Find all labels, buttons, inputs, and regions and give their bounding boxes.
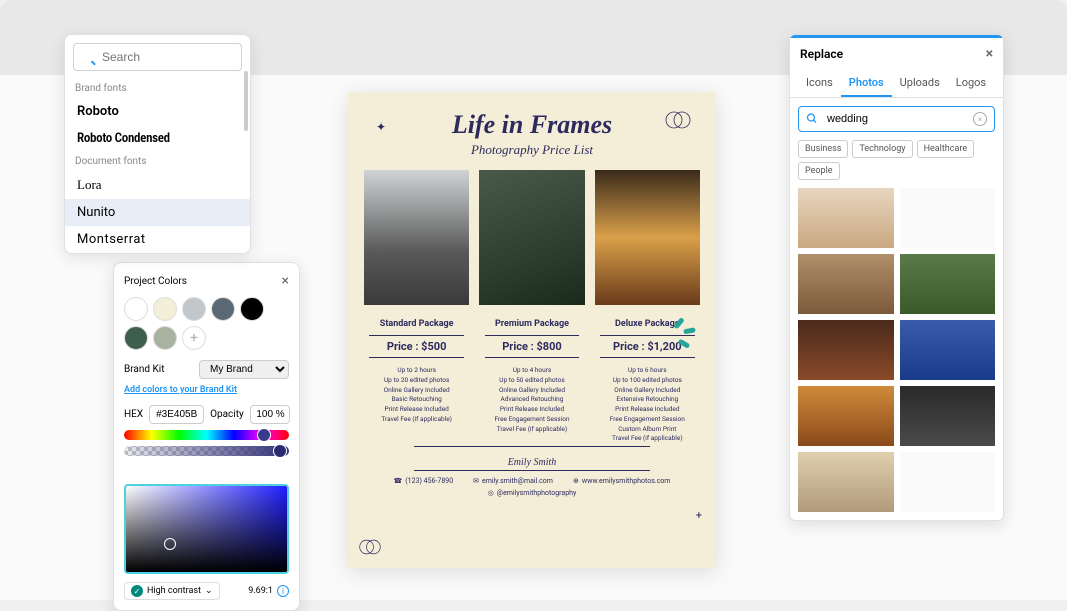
- package-image[interactable]: [364, 170, 469, 305]
- footer-name[interactable]: Emily Smith: [364, 457, 700, 468]
- tab-icons[interactable]: Icons: [798, 70, 841, 97]
- photo-result[interactable]: [900, 320, 996, 380]
- venn-icon: [358, 538, 382, 560]
- opacity-label: Opacity: [210, 409, 244, 420]
- font-item-lora[interactable]: Lora: [65, 171, 250, 199]
- opacity-input[interactable]: [250, 405, 290, 424]
- replace-title: Replace: [800, 47, 843, 61]
- package-price[interactable]: Price : $500: [369, 335, 464, 358]
- package-name[interactable]: Premium Package: [479, 319, 584, 329]
- add-swatch-button[interactable]: +: [182, 326, 206, 350]
- color-swatch[interactable]: [153, 297, 177, 321]
- font-search-input[interactable]: [73, 43, 242, 71]
- package-features[interactable]: Up to 2 hoursUp to 20 edited photosOnlin…: [364, 366, 469, 425]
- hue-slider[interactable]: [124, 430, 289, 440]
- tag-business[interactable]: Business: [798, 140, 848, 158]
- close-icon[interactable]: ×: [282, 273, 289, 289]
- email-icon: ✉: [473, 477, 479, 485]
- contacts[interactable]: ☎(123) 456-7890 ✉emily.smith@mail.com ⊕w…: [364, 477, 700, 497]
- globe-icon: ⊕: [573, 477, 579, 485]
- package-name[interactable]: Standard Package: [364, 319, 469, 329]
- contrast-badge[interactable]: ✓ High contrast ⌄: [124, 582, 220, 600]
- check-icon: ✓: [131, 585, 143, 597]
- package-premium[interactable]: Premium Package Price : $800 Up to 4 hou…: [479, 170, 584, 444]
- design-canvas[interactable]: ✦ Life in Frames Photography Price List …: [348, 92, 716, 568]
- color-picker-panel: Project Colors × + Brand Kit My Brand Ad…: [113, 262, 300, 611]
- package-standard[interactable]: Standard Package Price : $500 Up to 2 ho…: [364, 170, 469, 444]
- package-image[interactable]: [595, 170, 700, 305]
- tab-logos[interactable]: Logos: [948, 70, 994, 97]
- color-field[interactable]: [124, 484, 289, 574]
- tab-photos[interactable]: Photos: [841, 70, 892, 97]
- color-swatch[interactable]: [240, 297, 264, 321]
- close-icon[interactable]: ×: [986, 46, 993, 62]
- font-item-nunito[interactable]: Nunito: [65, 199, 250, 226]
- design-title[interactable]: Life in Frames: [364, 110, 700, 140]
- font-item-montserrat[interactable]: Montserrat: [65, 226, 250, 253]
- clear-icon[interactable]: ×: [973, 112, 987, 126]
- replace-panel: Replace × Icons Photos Uploads Logos × B…: [789, 34, 1004, 521]
- search-icon: [806, 110, 818, 129]
- color-swatch[interactable]: [124, 297, 148, 321]
- color-swatch[interactable]: [153, 326, 177, 350]
- brand-fonts-label: Brand fonts: [65, 79, 250, 98]
- photo-result[interactable]: [900, 254, 996, 314]
- instagram-icon: ◎: [488, 489, 494, 497]
- color-swatch[interactable]: [211, 297, 235, 321]
- sparkle-icon: ✦: [376, 120, 386, 134]
- chevron-down-icon: ⌄: [205, 586, 213, 596]
- photo-result[interactable]: [900, 386, 996, 446]
- project-colors-title: Project Colors: [124, 276, 187, 287]
- alpha-slider[interactable]: [124, 446, 289, 456]
- tag-technology[interactable]: Technology: [852, 140, 912, 158]
- package-image[interactable]: [479, 170, 584, 305]
- photo-result[interactable]: [798, 320, 894, 380]
- plus-icon: +: [696, 509, 702, 522]
- package-features[interactable]: Up to 6 hoursUp to 100 edited photosOnli…: [595, 366, 700, 444]
- color-swatch[interactable]: [124, 326, 148, 350]
- document-fonts-label: Document fonts: [65, 152, 250, 171]
- phone-icon: ☎: [394, 477, 403, 485]
- font-item-roboto-condensed[interactable]: Roboto Condensed: [65, 125, 250, 152]
- photo-result[interactable]: [798, 254, 894, 314]
- font-picker-panel: Brand fonts Roboto Roboto Condensed Docu…: [64, 34, 251, 254]
- photo-result[interactable]: [900, 188, 996, 248]
- package-features[interactable]: Up to 4 hoursUp to 50 edited photosOnlin…: [479, 366, 584, 434]
- contrast-ratio: 9.69:1: [248, 586, 273, 596]
- brandkit-label: Brand Kit: [124, 364, 164, 375]
- package-price[interactable]: Price : $800: [485, 335, 580, 358]
- color-swatch[interactable]: [182, 297, 206, 321]
- add-colors-link[interactable]: Add colors to your Brand Kit: [124, 385, 289, 395]
- photo-result[interactable]: [900, 452, 996, 512]
- hex-input[interactable]: [149, 405, 204, 424]
- photo-result[interactable]: [798, 188, 894, 248]
- brandkit-select[interactable]: My Brand: [199, 360, 289, 379]
- info-icon[interactable]: i: [277, 585, 289, 597]
- package-deluxe[interactable]: Deluxe Package Price : $1,200 Up to 6 ho…: [595, 170, 700, 444]
- tab-uploads[interactable]: Uploads: [892, 70, 948, 97]
- font-item-roboto[interactable]: Roboto: [65, 98, 250, 125]
- tag-people[interactable]: People: [798, 162, 840, 180]
- photo-result[interactable]: [798, 452, 894, 512]
- hex-label: HEX: [124, 409, 143, 420]
- design-subtitle[interactable]: Photography Price List: [364, 142, 700, 158]
- venn-icon: [664, 110, 692, 134]
- replace-search-input[interactable]: [798, 106, 995, 132]
- tag-healthcare[interactable]: Healthcare: [917, 140, 975, 158]
- scrollbar[interactable]: [244, 71, 248, 131]
- photo-result[interactable]: [798, 386, 894, 446]
